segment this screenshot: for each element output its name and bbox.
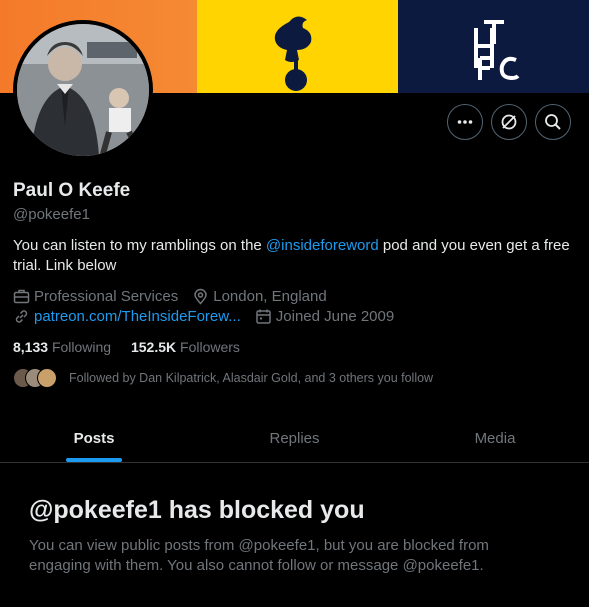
search-icon — [545, 114, 561, 130]
joined-item: Joined June 2009 — [255, 308, 394, 325]
link-icon — [15, 310, 28, 323]
more-options-button[interactable] — [447, 104, 483, 140]
profile-bio: You can listen to my ramblings on the @i… — [13, 236, 573, 276]
website-link[interactable]: patreon.com/TheInsideForew... — [34, 308, 241, 325]
briefcase-icon — [13, 289, 30, 304]
following-label: Following — [51, 339, 112, 355]
tab-replies[interactable]: Replies — [188, 414, 401, 462]
profile-avatar[interactable] — [13, 20, 153, 160]
more-horizontal-icon — [457, 120, 473, 124]
following-count: 8,133 — [13, 339, 49, 355]
followers-count: 152.5K — [130, 339, 177, 355]
joined-label: Joined June 2009 — [275, 308, 395, 325]
follower-avatar — [37, 368, 57, 388]
avatar-photo — [17, 24, 149, 156]
category-item: Professional Services — [13, 288, 178, 305]
location-label: London, England — [213, 288, 327, 305]
blocked-message: You can view public posts from @pokeefe1… — [29, 537, 489, 574]
profile-meta-row-1: Professional Services London, England — [13, 288, 341, 305]
block-icon — [501, 114, 517, 130]
club-monogram-icon — [474, 20, 520, 81]
search-profile-button[interactable] — [535, 104, 571, 140]
bio-text: You can listen to my ramblings on the — [13, 237, 266, 254]
active-tab-indicator — [66, 458, 122, 462]
location-pin-icon — [194, 288, 207, 305]
following-link[interactable]: 8,133 Following — [13, 339, 111, 355]
banner-yellow-panel — [197, 0, 398, 93]
banner-navy-panel — [398, 0, 589, 93]
followed-by-text: Followed by Dan Kilpatrick, Alasdair Gol… — [69, 371, 434, 385]
calendar-icon — [256, 309, 271, 324]
profile-handle: @pokeefe1 — [13, 206, 90, 223]
tab-posts[interactable]: Posts — [0, 414, 188, 462]
blocked-title: @pokeefe1 has blocked you — [29, 496, 365, 524]
followed-by-row[interactable]: Followed by Dan Kilpatrick, Alasdair Gol… — [13, 368, 433, 388]
cockerel-crest-icon — [274, 16, 312, 91]
blocked-status-button[interactable] — [491, 104, 527, 140]
tab-media[interactable]: Media — [401, 414, 589, 462]
profile-tabs: Posts Replies Media — [0, 414, 589, 463]
profile-meta-row-2: patreon.com/TheInsideForew... Joined Jun… — [13, 308, 408, 325]
followers-link[interactable]: 152.5K Followers — [131, 339, 240, 355]
location-item: London, England — [192, 288, 327, 305]
followers-label: Followers — [180, 339, 240, 355]
website-item[interactable]: patreon.com/TheInsideForew... — [13, 308, 241, 325]
follow-counts: 8,133 Following 152.5K Followers — [13, 339, 240, 355]
bio-mention-link[interactable]: @insideforeword — [266, 237, 379, 254]
profile-name: Paul O Keefe — [13, 180, 131, 201]
category-label: Professional Services — [34, 288, 179, 305]
